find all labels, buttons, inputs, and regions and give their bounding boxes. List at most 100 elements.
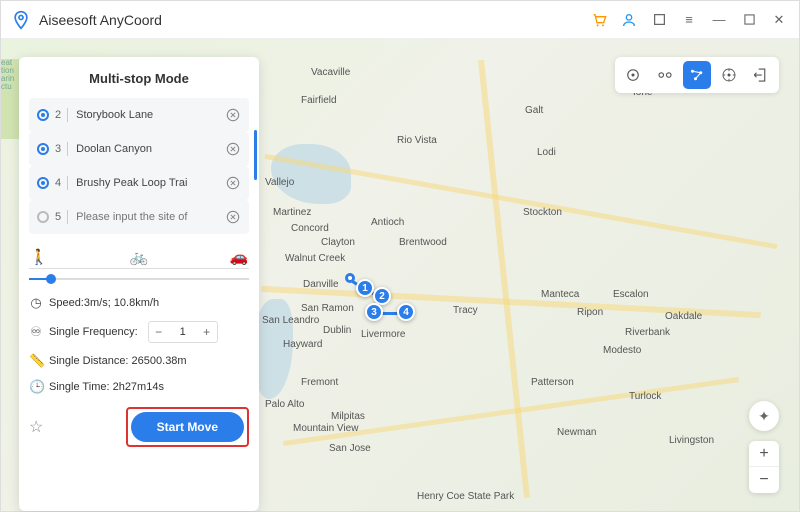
- map-city-label: Newman: [557, 427, 596, 438]
- map-city-label: Livermore: [361, 329, 405, 340]
- map-city-label: Clayton: [321, 237, 355, 248]
- map-city-label: Lodi: [537, 147, 556, 158]
- speed-slider[interactable]: [29, 273, 249, 285]
- stop-separator: [67, 176, 68, 190]
- frequency-stepper: − 1 +: [148, 321, 218, 343]
- clear-stop-icon[interactable]: [225, 209, 241, 225]
- stop-radio[interactable]: [37, 109, 49, 121]
- multistop-tool-icon[interactable]: [683, 61, 711, 89]
- route-node[interactable]: 4: [397, 303, 415, 321]
- frequency-value: 1: [169, 326, 197, 338]
- car-mode-icon[interactable]: 🚗: [229, 248, 249, 266]
- single-pin-tool-icon[interactable]: [619, 61, 647, 89]
- compass-button[interactable]: ✦: [749, 401, 779, 431]
- map-city-label: San Leandro: [262, 315, 319, 326]
- map-road: [478, 60, 530, 498]
- stop-name-input[interactable]: [76, 143, 225, 155]
- scroll-indicator[interactable]: [254, 130, 257, 180]
- clock-icon: 🕒: [29, 379, 43, 395]
- stop-separator: [67, 142, 68, 156]
- app-title: Aiseesoft AnyCoord: [39, 12, 589, 28]
- stop-number: 2: [55, 109, 61, 121]
- frequency-decrement[interactable]: −: [149, 325, 169, 339]
- two-point-tool-icon[interactable]: [651, 61, 679, 89]
- exit-tool-icon[interactable]: [747, 61, 775, 89]
- speed-row: ◷ Speed:3m/s; 10.8km/h: [29, 295, 249, 311]
- stop-name-input[interactable]: [76, 109, 225, 121]
- clear-stop-icon[interactable]: [225, 107, 241, 123]
- window-restore-icon[interactable]: [649, 10, 669, 30]
- stop-number: 3: [55, 143, 61, 155]
- multistop-panel: Multi-stop Mode 2 3 4 5 🚶 🚲 🚗 ◷ Speed:3m/s;…: [19, 57, 259, 511]
- user-icon[interactable]: [619, 10, 639, 30]
- panel-footer: ☆ Start Move: [29, 407, 249, 447]
- map-city-label: Riverbank: [625, 327, 670, 338]
- frequency-label: Single Frequency:: [49, 326, 138, 338]
- titlebar-controls: ≡ — ✕: [589, 10, 789, 30]
- stop-row: 3: [29, 132, 249, 166]
- map-city-label: Rio Vista: [397, 135, 437, 146]
- zoom-control: + −: [749, 441, 779, 493]
- zoom-out-button[interactable]: −: [749, 467, 779, 493]
- stop-radio[interactable]: [37, 143, 49, 155]
- map-city-label: Mountain View: [293, 423, 358, 434]
- time-row: 🕒 Single Time: 2h27m14s: [29, 379, 249, 395]
- clear-stop-icon[interactable]: [225, 175, 241, 191]
- panel-title: Multi-stop Mode: [29, 71, 249, 86]
- clear-stop-icon[interactable]: [225, 141, 241, 157]
- map-city-label: Walnut Creek: [285, 253, 345, 264]
- favorite-icon[interactable]: ☆: [29, 417, 43, 437]
- map-city-label: Concord: [291, 223, 329, 234]
- map-city-label: San Ramon: [301, 303, 354, 314]
- close-icon[interactable]: ✕: [769, 10, 789, 30]
- stop-number: 5: [55, 211, 61, 223]
- map-city-label: Dublin: [323, 325, 351, 336]
- map-water: [271, 144, 351, 204]
- start-move-highlight: Start Move: [126, 407, 249, 447]
- content-area: eattionarinctu Fairfield Rio Vista Vacavil…: [1, 39, 799, 511]
- minimize-icon[interactable]: —: [709, 10, 729, 30]
- cart-icon[interactable]: [589, 10, 609, 30]
- map-edge-decor: eattionarinctu: [1, 59, 19, 139]
- map-city-label: San Jose: [329, 443, 371, 454]
- menu-icon[interactable]: ≡: [679, 10, 699, 30]
- frequency-increment[interactable]: +: [197, 325, 217, 339]
- zoom-in-button[interactable]: +: [749, 441, 779, 467]
- distance-row: 📏 Single Distance: 26500.38m: [29, 353, 249, 369]
- slider-thumb[interactable]: [46, 274, 56, 284]
- joystick-tool-icon[interactable]: [715, 61, 743, 89]
- stop-row: 5: [29, 200, 249, 234]
- maximize-icon[interactable]: [739, 10, 759, 30]
- route-node[interactable]: 3: [365, 303, 383, 321]
- map-city-label: Vacaville: [311, 67, 350, 78]
- app-window: Aiseesoft AnyCoord ≡ — ✕ eattionarinctu …: [0, 0, 800, 512]
- repeat-icon: ♾: [29, 324, 43, 340]
- stop-name-input[interactable]: [76, 211, 225, 223]
- stops-list: 2 3 4 5: [29, 98, 249, 234]
- map-city-label: Patterson: [531, 377, 574, 388]
- stop-name-input[interactable]: [76, 177, 225, 189]
- info-section: ◷ Speed:3m/s; 10.8km/h ♾ Single Frequenc…: [29, 295, 249, 395]
- start-move-button[interactable]: Start Move: [131, 412, 244, 442]
- map-city-label: Hayward: [283, 339, 322, 350]
- time-label: Single Time: 2h27m14s: [49, 381, 164, 393]
- map-city-label: Fairfield: [301, 95, 337, 106]
- stop-radio[interactable]: [37, 177, 49, 189]
- distance-label: Single Distance: 26500.38m: [49, 355, 187, 367]
- bike-mode-icon[interactable]: 🚲: [129, 248, 149, 266]
- stop-radio[interactable]: [37, 211, 49, 223]
- stop-separator: [67, 210, 68, 224]
- stop-row: 4: [29, 166, 249, 200]
- modes-row: 🚶 🚲 🚗: [29, 248, 249, 269]
- map-city-label: Fremont: [301, 377, 338, 388]
- app-logo-icon: [11, 10, 31, 30]
- route-node[interactable]: 1: [356, 279, 374, 297]
- speedometer-icon: ◷: [29, 295, 43, 311]
- stop-separator: [67, 108, 68, 122]
- map-city-label: Modesto: [603, 345, 641, 356]
- map-city-label: Vallejo: [265, 177, 294, 188]
- map-city-label: Escalon: [613, 289, 649, 300]
- map-city-label: Danville: [303, 279, 339, 290]
- map-mode-toolbar: [615, 57, 779, 93]
- walk-mode-icon[interactable]: 🚶: [29, 248, 49, 266]
